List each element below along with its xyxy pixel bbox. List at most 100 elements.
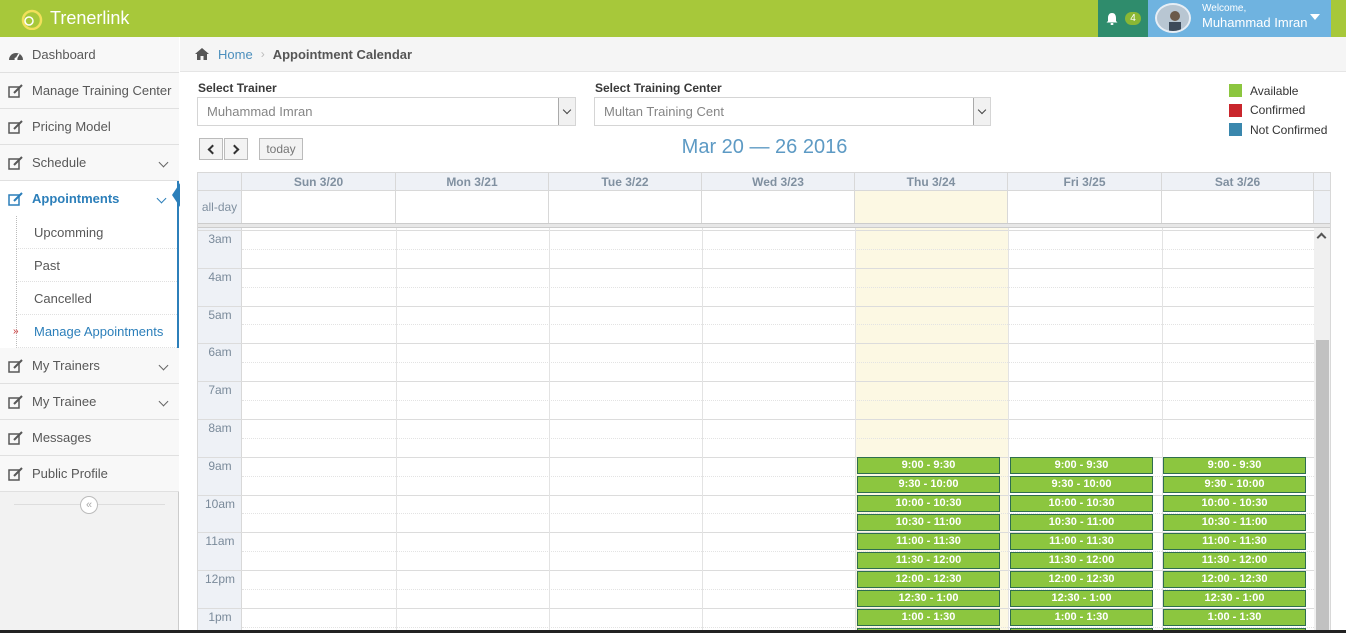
hour-label: 7am — [208, 383, 232, 397]
available-slot[interactable]: 12:30 - 1:00 — [857, 590, 1000, 607]
sidebar-item-messages[interactable]: Messages — [0, 420, 179, 456]
available-slot[interactable]: 1:00 - 1:30 — [1010, 609, 1153, 626]
submenu-item-cancelled[interactable]: Cancelled — [16, 282, 177, 315]
available-slot[interactable]: 9:00 - 9:30 — [1010, 457, 1153, 474]
sidebar-item-pricing-model[interactable]: Pricing Model — [0, 109, 179, 145]
legend-label: Not Confirmed — [1250, 122, 1328, 137]
available-slot[interactable]: 10:00 - 10:30 — [1010, 495, 1153, 512]
scrollbar-thumb[interactable] — [1316, 340, 1329, 633]
training-center-label: Select Training Center — [595, 81, 722, 95]
calendar-scrollbar[interactable] — [1314, 228, 1330, 633]
all-day-cell[interactable] — [242, 191, 396, 223]
user-menu[interactable]: Welcome, Muhammad Imran — [1148, 0, 1331, 37]
submenu-item-upcomming[interactable]: Upcomming — [16, 216, 177, 249]
brand[interactable]: Trenerlink — [20, 6, 129, 31]
all-day-cell[interactable] — [1162, 191, 1314, 223]
submenu-item-manage-appointments[interactable]: » Manage Appointments — [13, 315, 177, 348]
half-hour-gridline — [242, 476, 1314, 477]
available-slot[interactable]: 11:30 - 12:00 — [1010, 552, 1153, 569]
sidebar-item-dashboard[interactable]: Dashboard — [0, 37, 179, 73]
trainer-label: Select Trainer — [198, 81, 277, 95]
half-hour-gridline — [242, 400, 1314, 401]
all-day-cell[interactable] — [702, 191, 855, 223]
all-day-cell[interactable] — [396, 191, 549, 223]
available-slot[interactable]: 12:00 - 12:30 — [1010, 571, 1153, 588]
chevron-down-icon — [973, 98, 990, 125]
chevron-up-icon[interactable] — [1316, 232, 1327, 243]
available-slot[interactable]: 12:00 - 12:30 — [857, 571, 1000, 588]
sidebar-item-my-trainers[interactable]: My Trainers — [0, 348, 179, 384]
user-name: Muhammad Imran — [1202, 15, 1308, 30]
time-header-corner — [198, 173, 242, 191]
sidebar-item-public-profile[interactable]: Public Profile — [0, 456, 179, 492]
next-week-button[interactable] — [224, 138, 248, 160]
legend-swatch — [1229, 103, 1242, 117]
notifications-button[interactable]: 4 — [1098, 0, 1148, 37]
edit-icon — [8, 191, 24, 206]
available-slot[interactable]: 11:00 - 11:30 — [1010, 533, 1153, 550]
available-slot[interactable]: 11:00 - 11:30 — [1163, 533, 1306, 550]
available-slot[interactable]: 11:30 - 12:00 — [1163, 552, 1306, 569]
available-slot[interactable]: 12:00 - 12:30 — [1163, 571, 1306, 588]
calendar-title: Mar 20 — 26 2016 — [681, 136, 848, 158]
sidebar-item-label: Pricing Model — [32, 119, 111, 134]
collapse-sidebar-button[interactable]: « — [80, 496, 98, 514]
sidebar-item-label: My Trainers — [32, 358, 100, 373]
today-button[interactable]: today — [259, 138, 303, 160]
day-header: Sun 3/20 — [242, 173, 396, 191]
available-slot[interactable]: 12:30 - 1:00 — [1010, 590, 1153, 607]
submenu-item-label: Manage Appointments — [34, 323, 164, 339]
day-header: Mon 3/21 — [396, 173, 549, 191]
breadcrumb-home-link[interactable]: Home — [218, 47, 253, 62]
sidebar-item-my-trainee[interactable]: My Trainee — [0, 384, 179, 420]
available-slot[interactable]: 9:30 - 10:00 — [857, 476, 1000, 493]
sidebar-item-label: Messages — [32, 430, 92, 445]
available-slot[interactable]: 9:30 - 10:00 — [1163, 476, 1306, 493]
edit-icon — [8, 358, 24, 373]
sidebar-item-appointments[interactable]: Appointments — [0, 181, 179, 217]
legend-label: Confirmed — [1250, 103, 1306, 118]
available-slot[interactable]: 10:30 - 11:00 — [857, 514, 1000, 531]
trainer-select-value: Muhammad Imran — [207, 104, 313, 119]
hour-label: 12pm — [204, 572, 236, 586]
day-header: Wed 3/23 — [702, 173, 855, 191]
all-day-cell[interactable] — [1008, 191, 1162, 223]
day-column-divider — [396, 228, 397, 633]
prev-week-button[interactable] — [199, 138, 223, 160]
trainer-select[interactable]: Muhammad Imran — [197, 97, 576, 126]
submenu-item-past[interactable]: Past — [16, 249, 177, 282]
available-slot[interactable]: 10:30 - 11:00 — [1163, 514, 1306, 531]
available-slot[interactable]: 10:00 - 10:30 — [857, 495, 1000, 512]
sidebar-item-manage-training-center[interactable]: Manage Training Center — [0, 73, 179, 109]
chevron-right-icon — [229, 144, 240, 154]
hour-label: 6am — [208, 345, 232, 359]
brand-logo-icon — [21, 9, 43, 30]
available-slot[interactable]: 11:00 - 11:30 — [857, 533, 1000, 550]
training-center-select-value: Multan Training Cent — [604, 104, 724, 119]
day-header: Tue 3/22 — [549, 173, 702, 191]
available-slot[interactable]: 10:30 - 11:00 — [1010, 514, 1153, 531]
available-slot[interactable]: 1:00 - 1:30 — [857, 609, 1000, 626]
available-slot[interactable]: 12:30 - 1:00 — [1163, 590, 1306, 607]
available-slot[interactable]: 9:30 - 10:00 — [1010, 476, 1153, 493]
available-slot[interactable]: 1:00 - 1:30 — [1163, 609, 1306, 626]
submenu-item-label: Upcomming — [34, 224, 104, 240]
breadcrumb-separator-icon: › — [260, 47, 265, 61]
all-day-cell[interactable] — [549, 191, 702, 223]
hour-label: 4am — [208, 270, 232, 284]
training-center-select[interactable]: Multan Training Cent — [594, 97, 991, 126]
time-axis: 3am 4am 5am 6am 7am 8am 9am 10am 11am 12… — [198, 228, 242, 633]
available-slot[interactable]: 11:30 - 12:00 — [857, 552, 1000, 569]
notification-count-badge: 4 — [1125, 12, 1141, 25]
welcome-text: Welcome, — [1202, 3, 1247, 14]
sidebar-item-label: Manage Training Center — [32, 83, 172, 98]
available-slot[interactable]: 9:00 - 9:30 — [857, 457, 1000, 474]
available-slot[interactable]: 10:00 - 10:30 — [1163, 495, 1306, 512]
caret-down-icon — [1310, 14, 1320, 20]
hour-label: 11am — [205, 534, 235, 548]
all-day-cell-today[interactable] — [855, 191, 1008, 223]
available-slot[interactable]: 9:00 - 9:30 — [1163, 457, 1306, 474]
sidebar-item-schedule[interactable]: Schedule — [0, 145, 179, 181]
day-header: Thu 3/24 — [855, 173, 1008, 191]
edit-icon — [8, 430, 24, 445]
